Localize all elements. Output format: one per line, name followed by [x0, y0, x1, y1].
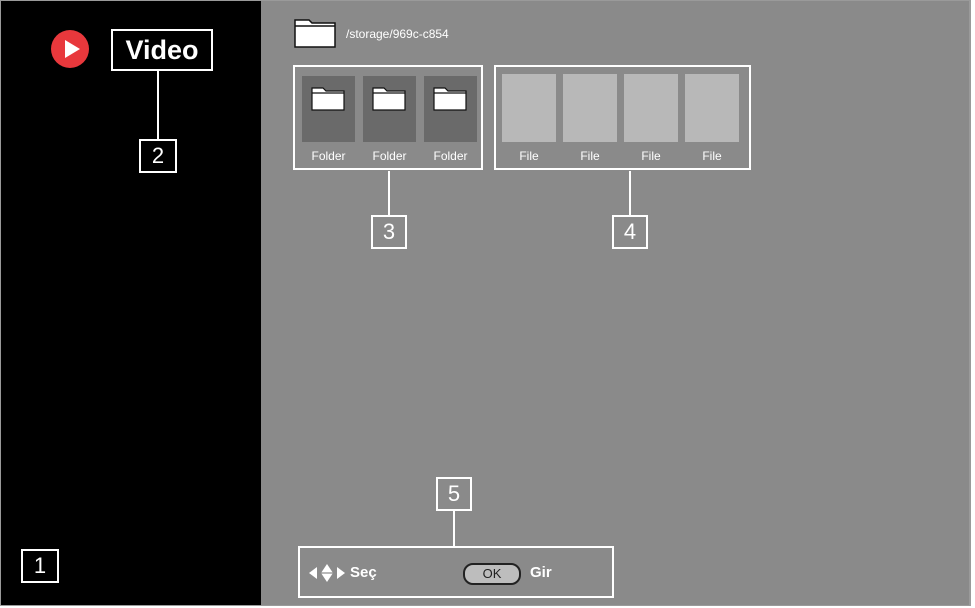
callout-line	[157, 69, 159, 139]
folder-label: Folder	[372, 149, 407, 163]
callout-line	[388, 171, 390, 215]
select-label: Seç	[350, 564, 377, 581]
ok-key-icon: OK	[463, 563, 521, 585]
callout-4: 4	[612, 215, 648, 249]
file-label: File	[580, 149, 600, 163]
enter-label: Gir	[530, 564, 552, 581]
file-tile[interactable]	[685, 74, 739, 142]
callout-line	[629, 171, 631, 215]
file-tile[interactable]	[563, 74, 617, 142]
file-tile[interactable]	[624, 74, 678, 142]
file-tile[interactable]	[502, 74, 556, 142]
callout-1: 1	[21, 549, 59, 583]
folder-icon	[433, 87, 467, 111]
callout-3: 3	[371, 215, 407, 249]
arrow-keys-icon	[309, 564, 345, 582]
callout-line	[453, 511, 455, 546]
sidebar: Video 2 1	[1, 1, 261, 605]
file-label: File	[519, 149, 539, 163]
media-browser-screen: Video 2 1 /storage/969c-c854 Folder Fold…	[0, 0, 971, 606]
button-legend: Seç OK Gir	[298, 546, 614, 598]
folder-icon	[311, 87, 345, 111]
current-path: /storage/969c-c854	[346, 27, 449, 41]
folder-icon	[294, 19, 336, 48]
folder-label: Folder	[311, 149, 346, 163]
folder-icon	[372, 87, 406, 111]
callout-2: 2	[139, 139, 177, 173]
app-title: Video	[111, 29, 213, 71]
file-label: File	[641, 149, 661, 163]
play-icon	[51, 30, 89, 68]
callout-5: 5	[436, 477, 472, 511]
file-label: File	[702, 149, 722, 163]
folder-label: Folder	[433, 149, 468, 163]
